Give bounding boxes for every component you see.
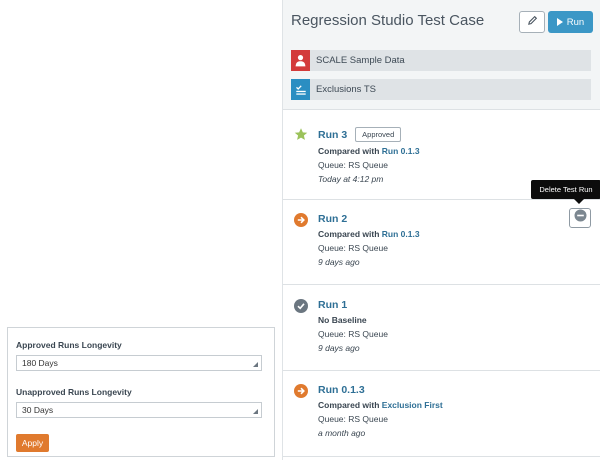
data-source-label: SCALE Sample Data xyxy=(316,55,405,66)
run-list-item[interactable]: Run 0.1.3 Compared with Exclusion First … xyxy=(283,371,600,457)
run-title: Run 2 xyxy=(318,213,600,225)
page-title: Regression Studio Test Case xyxy=(291,12,485,29)
comparison-text: No Baseline xyxy=(318,315,600,325)
data-source-item[interactable]: Exclusions TS xyxy=(291,79,591,100)
queue-text: Queue: RS Queue xyxy=(318,329,388,339)
test-case-header: Regression Studio Test Case Run SCALE Sa… xyxy=(283,0,600,110)
run-button[interactable]: Run xyxy=(548,11,593,33)
approved-badge: Approved xyxy=(355,127,402,142)
approved-runs-longevity-label: Approved Runs Longevity xyxy=(16,340,122,350)
delete-run-button[interactable] xyxy=(569,208,591,228)
delete-run-tooltip: Delete Test Run xyxy=(531,180,600,204)
comparison-prefix: Compared with xyxy=(318,400,380,410)
comparison-text: Compared with Run 0.1.3 xyxy=(318,229,600,239)
check-circle-icon xyxy=(294,299,308,313)
queue-text: Queue: RS Queue xyxy=(318,160,388,170)
timestamp: 9 days ago xyxy=(318,257,360,267)
star-icon xyxy=(294,127,308,141)
comparison-link[interactable]: Run 0.1.3 xyxy=(382,146,420,156)
comparison-text: Compared with Exclusion First xyxy=(318,400,600,410)
unapproved-runs-longevity-value: 30 Days xyxy=(22,405,54,415)
run-list-item[interactable]: Run 2 Compared with Run 0.1.3 Queue: RS … xyxy=(283,200,600,285)
run-name[interactable]: Run 1 xyxy=(318,299,347,311)
edit-button[interactable] xyxy=(519,11,545,33)
timestamp: a month ago xyxy=(318,428,366,438)
longevity-settings-panel: Approved Runs Longevity 180 Days Unappro… xyxy=(7,327,275,457)
queue-text: Queue: RS Queue xyxy=(318,414,388,424)
comparison-prefix: Compared with xyxy=(318,229,380,239)
queue-text: Queue: RS Queue xyxy=(318,243,388,253)
arrow-right-circle-icon xyxy=(294,213,308,227)
comparison-link[interactable]: Run 0.1.3 xyxy=(382,229,420,239)
comparison-text: Compared with Run 0.1.3 xyxy=(318,146,600,156)
run-list-item[interactable]: Run 1 No Baseline Queue: RS Queue 9 days… xyxy=(283,285,600,371)
select-resize-icon xyxy=(253,409,258,414)
minus-circle-icon xyxy=(574,209,587,227)
timestamp: 9 days ago xyxy=(318,343,360,353)
data-source-item[interactable]: SCALE Sample Data xyxy=(291,50,591,71)
run-title: Run 1 xyxy=(318,299,600,311)
comparison-prefix: Compared with xyxy=(318,146,380,156)
unapproved-runs-longevity-label: Unapproved Runs Longevity xyxy=(16,387,132,397)
pencil-icon xyxy=(527,13,538,31)
play-icon xyxy=(556,18,563,26)
run-title: Run 3 Approved xyxy=(318,127,600,142)
approved-runs-longevity-value: 180 Days xyxy=(22,358,58,368)
run-name[interactable]: Run 0.1.3 xyxy=(318,384,365,396)
run-button-label: Run xyxy=(566,16,585,28)
arrow-right-circle-icon xyxy=(294,384,308,398)
comparison-prefix: No Baseline xyxy=(318,315,367,325)
run-title: Run 0.1.3 xyxy=(318,384,600,396)
approved-runs-longevity-select[interactable]: 180 Days xyxy=(16,355,262,371)
apply-button[interactable]: Apply xyxy=(16,434,49,452)
run-name[interactable]: Run 2 xyxy=(318,213,347,225)
select-resize-icon xyxy=(253,362,258,367)
tooltip-text: Delete Test Run xyxy=(539,185,593,194)
data-source-label: Exclusions TS xyxy=(316,84,377,95)
tooltip-arrow xyxy=(574,199,584,204)
comparison-link[interactable]: Exclusion First xyxy=(382,400,443,410)
list-check-icon xyxy=(291,79,310,100)
test-case-panel: Regression Studio Test Case Run SCALE Sa… xyxy=(282,0,600,460)
person-icon xyxy=(291,50,310,71)
run-name[interactable]: Run 3 xyxy=(318,129,347,141)
unapproved-runs-longevity-select[interactable]: 30 Days xyxy=(16,402,262,418)
